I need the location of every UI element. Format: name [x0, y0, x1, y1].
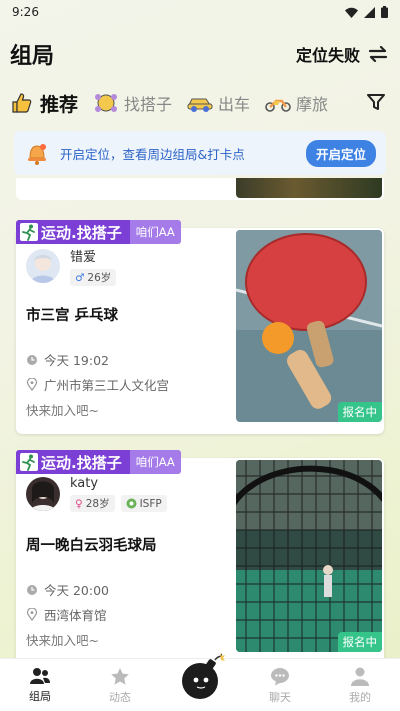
nav-label: 我的	[349, 691, 371, 704]
enable-location-button[interactable]: 开启定位	[305, 139, 376, 167]
tab-drive[interactable]: 出车	[186, 91, 250, 115]
tab-find-partner[interactable]: 找搭子	[92, 91, 172, 115]
people-icon	[30, 668, 50, 684]
tag-aa: 咱们AA	[129, 220, 181, 244]
event-time: 今天 19:02	[26, 350, 109, 369]
nav-label: 聊天	[269, 691, 291, 704]
battery-icon	[381, 6, 388, 18]
clock-icon	[27, 354, 37, 365]
location-banner: 开启定位，查看周边组局&打卡点 开启定位	[14, 131, 386, 175]
nav-moments[interactable]: 动态	[90, 667, 150, 705]
event-time: 今天 20:00	[26, 580, 109, 599]
avatar[interactable]	[26, 477, 60, 511]
male-icon: ♂	[75, 271, 85, 284]
status-badge: 报名中	[337, 632, 382, 652]
bell-icon	[28, 144, 46, 165]
event-place-text: 西湾体育馆	[44, 608, 107, 623]
event-time-text: 今天 19:02	[44, 353, 109, 368]
event-image: 报名中	[236, 230, 382, 422]
status-badge: 报名中	[337, 402, 382, 422]
location-switch[interactable]: 定位失败	[296, 42, 388, 66]
clock-icon	[27, 584, 37, 595]
group-icon	[92, 91, 120, 115]
chat-icon	[271, 668, 289, 686]
tag-category: 运动.找搭子	[16, 220, 130, 244]
gender-age-badge: ♂ 26岁	[70, 269, 117, 286]
user-info: katy ♀ 28岁 ISFP	[70, 476, 167, 512]
join-prompt: 快来加入吧~	[26, 403, 99, 418]
filter-icon[interactable]	[366, 92, 386, 112]
user-row[interactable]: katy ♀ 28岁 ISFP	[26, 476, 167, 512]
personality-type: ISFP	[139, 497, 162, 510]
nav-me[interactable]: 我的	[330, 667, 390, 705]
event-card[interactable]: 运动.找搭子 咱们AA katy ♀ 28岁 ISFP 周一晚白云羽毛球局 今天…	[16, 450, 384, 658]
join-prompt: 快来加入吧~	[26, 633, 99, 648]
category-tabs: 推荐 找搭子 出车 摩旅	[0, 86, 400, 120]
location-pin-icon	[26, 378, 38, 391]
nav-label: 动态	[109, 691, 131, 704]
event-time-text: 今天 20:00	[44, 583, 109, 598]
nav-label: 组局	[29, 690, 51, 703]
previous-card-image	[236, 178, 382, 198]
runner-icon	[20, 223, 38, 241]
event-title: 市三宫 乒乓球	[26, 308, 119, 324]
status-time: 9:26	[12, 5, 39, 19]
event-list[interactable]: 运动.找搭子 咱们AA 错爱 ♂ 26岁 市三宫 乒乓球 今天 19:02 广州…	[0, 178, 400, 658]
tab-label: 摩旅	[296, 95, 329, 114]
user-info: 错爱 ♂ 26岁	[70, 246, 117, 286]
tag-category-label: 运动.找搭子	[41, 223, 122, 242]
event-place: 广州市第三工人文化宫	[26, 375, 169, 394]
event-title: 周一晚白云羽毛球局	[26, 538, 157, 554]
page-title: 组局	[10, 44, 55, 69]
tag-category: 运动.找搭子	[16, 450, 130, 474]
wifi-icon	[345, 7, 358, 18]
header: 组局 定位失败	[0, 34, 400, 74]
motorbike-icon	[264, 91, 292, 115]
event-tag: 运动.找搭子 咱们AA	[16, 450, 181, 474]
event-place-text: 广州市第三工人文化宫	[44, 378, 170, 393]
tab-label: 找搭子	[124, 95, 173, 114]
thumbs-up-icon	[8, 91, 36, 115]
tag-aa: 咱们AA	[129, 450, 181, 474]
user-row[interactable]: 错爱 ♂ 26岁	[26, 246, 117, 286]
user-badges: ♂ 26岁	[70, 269, 117, 286]
gender-age-badge: ♀ 28岁	[70, 495, 115, 512]
personality-icon	[126, 498, 137, 509]
username: 错爱	[70, 250, 97, 265]
tab-label: 推荐	[40, 93, 79, 116]
nav-chat[interactable]: 聊天	[250, 667, 310, 705]
age: 28岁	[85, 498, 110, 510]
tab-label: 出车	[218, 95, 251, 114]
event-card[interactable]: 运动.找搭子 咱们AA 错爱 ♂ 26岁 市三宫 乒乓球 今天 19:02 广州…	[16, 220, 384, 434]
car-icon	[186, 91, 214, 115]
runner-icon	[20, 453, 38, 471]
status-icons	[345, 6, 388, 18]
age: 26岁	[87, 272, 112, 284]
female-icon: ♀	[75, 497, 83, 510]
swap-icon	[368, 45, 388, 63]
status-bar: 9:26	[0, 0, 400, 24]
banner-text: 开启定位，查看周边组局&打卡点	[60, 146, 245, 162]
location-pin-icon	[26, 608, 38, 621]
user-badges: ♀ 28岁 ISFP	[70, 495, 167, 512]
user-icon	[351, 667, 369, 686]
tag-category-label: 运动.找搭子	[41, 453, 122, 472]
nav-group[interactable]: 组局	[10, 667, 70, 704]
star-icon	[111, 668, 129, 685]
avatar[interactable]	[26, 249, 60, 283]
tab-moto-travel[interactable]: 摩旅	[264, 91, 328, 115]
tab-recommend[interactable]: 推荐	[8, 90, 78, 117]
previous-card-edge[interactable]	[16, 178, 384, 200]
personality-badge: ISFP	[120, 495, 167, 512]
event-place: 西湾体育馆	[26, 605, 107, 624]
location-status: 定位失败	[295, 46, 360, 65]
signal-icon	[364, 6, 375, 18]
event-tag: 运动.找搭子 咱们AA	[16, 220, 181, 244]
username: katy	[70, 476, 99, 491]
bomb-icon[interactable]	[177, 652, 227, 702]
event-image: 报名中	[236, 460, 382, 652]
